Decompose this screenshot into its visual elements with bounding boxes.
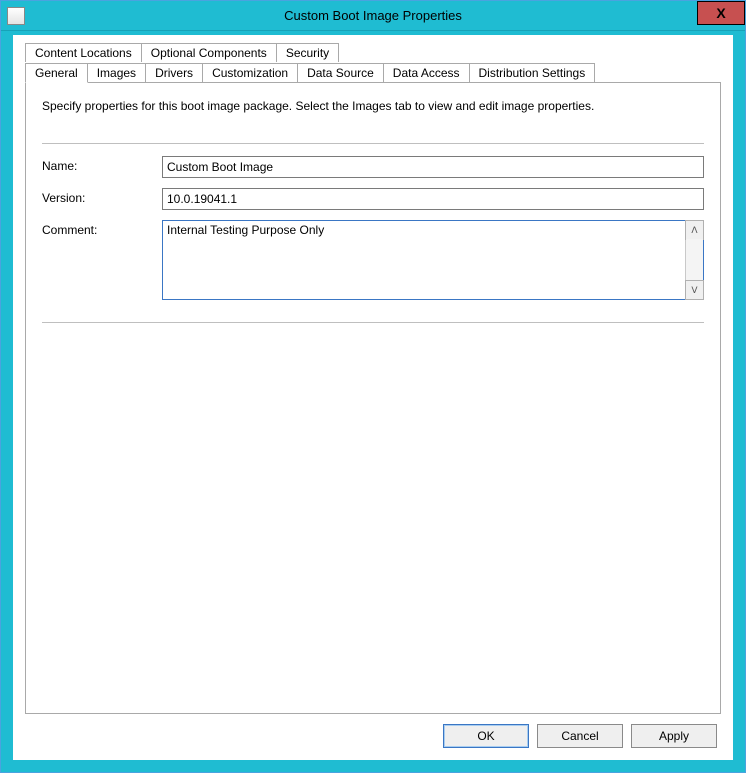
version-label: Version: bbox=[42, 188, 162, 205]
tab-label: Security bbox=[286, 46, 329, 60]
scroll-up-button[interactable]: ᐱ bbox=[685, 220, 704, 240]
tab-label: Distribution Settings bbox=[479, 66, 586, 80]
dialog-window: Custom Boot Image Properties X Content L… bbox=[0, 0, 746, 773]
tab-label: General bbox=[35, 66, 78, 80]
window-body: Content Locations Optional Components Se… bbox=[1, 31, 745, 772]
window-title: Custom Boot Image Properties bbox=[284, 8, 462, 23]
chevron-up-icon: ᐱ bbox=[691, 225, 697, 236]
comment-label: Comment: bbox=[42, 220, 162, 237]
scroll-down-button[interactable]: ᐯ bbox=[685, 280, 704, 300]
tab-strip: Content Locations Optional Components Se… bbox=[25, 43, 721, 82]
tab-drivers[interactable]: Drivers bbox=[145, 63, 203, 83]
close-button[interactable]: X bbox=[697, 1, 745, 25]
divider bbox=[42, 322, 704, 323]
tab-data-access[interactable]: Data Access bbox=[383, 63, 470, 83]
dialog-button-row: OK Cancel Apply bbox=[25, 714, 721, 748]
tab-label: Images bbox=[97, 66, 136, 80]
tab-label: Drivers bbox=[155, 66, 193, 80]
tab-customization[interactable]: Customization bbox=[202, 63, 298, 83]
tab-content-locations[interactable]: Content Locations bbox=[25, 43, 142, 62]
tab-distribution-settings[interactable]: Distribution Settings bbox=[469, 63, 596, 83]
tab-images[interactable]: Images bbox=[87, 63, 146, 83]
tab-optional-components[interactable]: Optional Components bbox=[141, 43, 277, 62]
tab-row-2: General Images Drivers Customization Dat… bbox=[25, 62, 721, 82]
name-input[interactable] bbox=[162, 156, 704, 178]
tab-label: Data Access bbox=[393, 66, 460, 80]
system-menu-icon[interactable] bbox=[7, 7, 25, 25]
tab-general[interactable]: General bbox=[25, 63, 88, 83]
tab-security[interactable]: Security bbox=[276, 43, 339, 62]
apply-button[interactable]: Apply bbox=[631, 724, 717, 748]
comment-scrollbar: ᐱ ᐯ bbox=[685, 221, 703, 299]
row-name: Name: bbox=[42, 156, 704, 178]
divider bbox=[42, 143, 704, 144]
row-comment: Comment: ᐱ ᐯ bbox=[42, 220, 704, 300]
name-label: Name: bbox=[42, 156, 162, 173]
instruction-text: Specify properties for this boot image p… bbox=[42, 99, 704, 113]
row-version: Version: bbox=[42, 188, 704, 210]
close-icon: X bbox=[716, 5, 725, 21]
version-input[interactable] bbox=[162, 188, 704, 210]
scroll-track[interactable] bbox=[686, 239, 703, 281]
tab-row-1: Content Locations Optional Components Se… bbox=[25, 43, 721, 62]
titlebar[interactable]: Custom Boot Image Properties X bbox=[1, 1, 745, 31]
tab-label: Optional Components bbox=[151, 46, 267, 60]
tab-label: Content Locations bbox=[35, 46, 132, 60]
cancel-button[interactable]: Cancel bbox=[537, 724, 623, 748]
chevron-down-icon: ᐯ bbox=[691, 285, 697, 296]
tab-content-general: Specify properties for this boot image p… bbox=[25, 82, 721, 714]
ok-button[interactable]: OK bbox=[443, 724, 529, 748]
tab-data-source[interactable]: Data Source bbox=[297, 63, 384, 83]
tab-label: Data Source bbox=[307, 66, 374, 80]
tab-label: Customization bbox=[212, 66, 288, 80]
comment-textarea[interactable] bbox=[163, 221, 685, 299]
comment-field-wrap: ᐱ ᐯ bbox=[162, 220, 704, 300]
